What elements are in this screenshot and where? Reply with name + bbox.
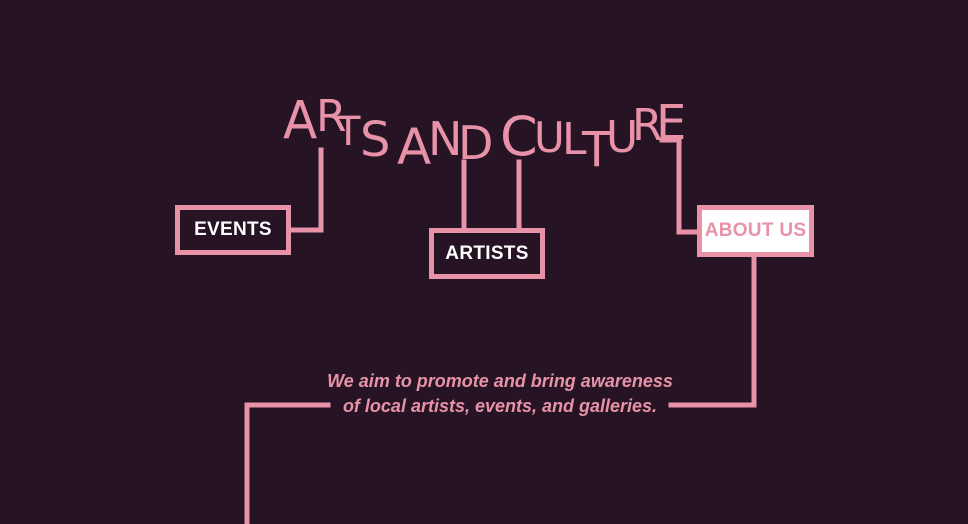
title-letter: A [283,90,318,152]
title-letter: T [336,109,361,155]
about-us-label: ABOUT US [704,220,807,241]
title-letter: E [656,95,687,151]
tagline-line-2: of local artists, events, and galleries. [342,396,658,416]
about-connector-top [659,137,703,235]
about-us-button[interactable]: ABOUT US [697,205,814,257]
artists-button[interactable]: ARTISTS [429,228,545,279]
title-letter: A [397,118,432,176]
events-connector [285,147,324,233]
title-letter: U [534,113,565,162]
title-letter: S [360,112,391,168]
title-letter: D [458,116,494,170]
events-button[interactable]: EVENTS [175,205,291,255]
tagline: We aim to promote and bring awareness of… [300,369,700,419]
tagline-line-1: We aim to promote and bring awareness [327,371,673,391]
tagline-connector [244,402,331,524]
events-label: EVENTS [194,219,272,240]
artists-label: ARTISTS [445,242,529,264]
title-letter: C [500,105,538,168]
page: A R T S A N D C U L T U R E EVENTS ARTIS… [0,0,968,524]
